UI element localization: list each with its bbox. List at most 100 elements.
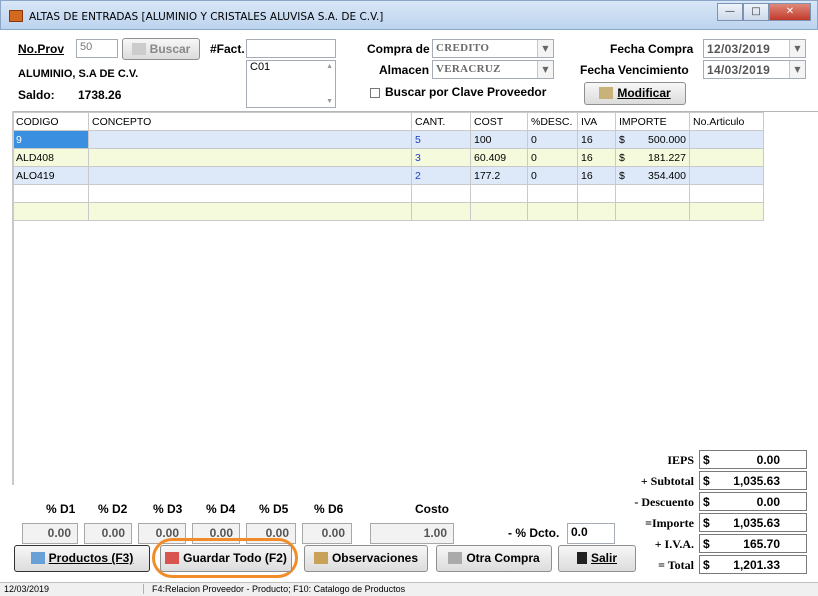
cell-cost[interactable] <box>470 184 528 203</box>
cell-importe[interactable]: $500.000 <box>615 130 690 149</box>
currency-sign: $ <box>703 495 710 509</box>
iva-value: 165.70 <box>743 537 780 551</box>
cell-iva[interactable]: 16 <box>577 148 616 167</box>
cell-codigo[interactable] <box>12 202 89 221</box>
cell-articulo[interactable] <box>689 184 764 203</box>
fecha-compra-picker[interactable]: 12/03/2019 ▼ <box>703 39 806 58</box>
cell-articulo[interactable] <box>689 148 764 167</box>
cell-codigo[interactable]: 9 <box>12 130 89 149</box>
total-field[interactable]: $1,201.33 <box>699 555 807 574</box>
cell-cost[interactable]: 60.409 <box>470 148 528 167</box>
productos-button[interactable]: Productos (F3) <box>14 545 150 572</box>
otra-compra-button[interactable]: Otra Compra <box>436 545 552 572</box>
scroll-down-icon[interactable]: ▼ <box>326 98 333 105</box>
importe-field[interactable]: $1,035.63 <box>699 513 807 532</box>
currency-sign: $ <box>703 474 710 488</box>
cell-iva[interactable] <box>577 184 616 203</box>
table-row[interactable]: ALO419 2 177.2 0 16 $354.400 <box>12 166 764 185</box>
cell-concepto[interactable] <box>88 148 412 167</box>
cell-codigo[interactable] <box>12 184 89 203</box>
cell-cost[interactable] <box>470 202 528 221</box>
no-prov-input[interactable]: 50 <box>76 39 118 58</box>
cell-cant[interactable]: 2 <box>411 166 471 185</box>
descuento-field[interactable]: $0.00 <box>699 492 807 511</box>
cell-concepto[interactable] <box>88 202 412 221</box>
chevron-down-icon[interactable]: ▼ <box>537 40 553 57</box>
items-grid[interactable]: CODIGO CONCEPTO CANT. COST %DESC. IVA IM… <box>12 111 818 485</box>
cell-articulo[interactable] <box>689 130 764 149</box>
iva-field[interactable]: $165.70 <box>699 534 807 553</box>
d6-input[interactable]: 0.00 <box>302 523 352 544</box>
chevron-down-icon[interactable]: ▼ <box>537 61 553 78</box>
buscar-clave-checkbox[interactable] <box>370 88 380 98</box>
salir-button[interactable]: Salir <box>558 545 636 572</box>
ieps-field[interactable]: $0.00 <box>699 450 807 469</box>
modificar-button[interactable]: Modificar <box>584 82 686 105</box>
scroll-up-icon[interactable]: ▲ <box>326 63 333 70</box>
cell-importe[interactable] <box>615 202 690 221</box>
cell-iva[interactable] <box>577 202 616 221</box>
col-cant[interactable]: CANT. <box>411 112 471 131</box>
salir-label: Salir <box>590 551 617 565</box>
cell-cost[interactable]: 177.2 <box>470 166 528 185</box>
table-row[interactable]: 9 5 100 0 16 $500.000 <box>12 130 764 149</box>
cell-codigo[interactable]: ALD408 <box>12 148 89 167</box>
cell-concepto[interactable] <box>88 166 412 185</box>
fecha-venc-picker[interactable]: 14/03/2019 ▼ <box>703 60 806 79</box>
col-codigo[interactable]: CODIGO <box>12 112 89 131</box>
memo-textarea[interactable]: C01 ▲ ▼ <box>246 60 336 108</box>
cell-iva[interactable]: 16 <box>577 166 616 185</box>
buscar-button[interactable]: Buscar <box>122 38 200 60</box>
cell-codigo[interactable]: ALO419 <box>12 166 89 185</box>
d2-input[interactable]: 0.00 <box>84 523 132 544</box>
cell-desc[interactable]: 0 <box>527 148 578 167</box>
col-concepto[interactable]: CONCEPTO <box>88 112 412 131</box>
fact-input[interactable] <box>246 39 336 58</box>
cell-cant[interactable]: 5 <box>411 130 471 149</box>
currency-sign: $ <box>703 516 710 530</box>
cell-concepto[interactable] <box>88 184 412 203</box>
col-cost[interactable]: COST <box>470 112 528 131</box>
cell-importe[interactable] <box>615 184 690 203</box>
cell-importe[interactable]: $354.400 <box>615 166 690 185</box>
almacen-select[interactable]: VERACRUZ ▼ <box>432 60 554 79</box>
maximize-icon[interactable]: □ <box>743 3 769 21</box>
chevron-down-icon[interactable]: ▼ <box>789 61 805 78</box>
compra-de-select[interactable]: CREDITO ▼ <box>432 39 554 58</box>
table-row[interactable] <box>12 184 764 203</box>
cell-cant[interactable] <box>411 184 471 203</box>
table-row[interactable]: ALD408 3 60.409 0 16 $181.227 <box>12 148 764 167</box>
subtotal-field[interactable]: $1,035.63 <box>699 471 807 490</box>
d1-input[interactable]: 0.00 <box>22 523 78 544</box>
minimize-icon[interactable]: — <box>717 3 743 21</box>
col-iva[interactable]: IVA <box>577 112 616 131</box>
title-bar: ALTAS DE ENTRADAS [ALUMINIO Y CRISTALES … <box>0 0 818 30</box>
currency-sign: $ <box>619 151 625 164</box>
cell-importe[interactable]: $181.227 <box>615 148 690 167</box>
table-row[interactable] <box>12 202 764 221</box>
cell-iva[interactable]: 16 <box>577 130 616 149</box>
descuento-value: 0.00 <box>756 495 780 509</box>
cell-desc[interactable]: 0 <box>527 130 578 149</box>
close-icon[interactable]: ✕ <box>769 3 811 21</box>
col-desc[interactable]: %DESC. <box>527 112 578 131</box>
cell-cant[interactable] <box>411 202 471 221</box>
chevron-down-icon[interactable]: ▼ <box>789 40 805 57</box>
cell-desc[interactable]: 0 <box>527 166 578 185</box>
col-importe[interactable]: IMPORTE <box>615 112 690 131</box>
cell-cant[interactable]: 3 <box>411 148 471 167</box>
cell-articulo[interactable] <box>689 202 764 221</box>
costo-input[interactable]: 1.00 <box>370 523 454 544</box>
cell-desc[interactable] <box>527 202 578 221</box>
cell-concepto[interactable] <box>88 130 412 149</box>
col-articulo[interactable]: No.Articulo <box>689 112 764 131</box>
cell-desc[interactable] <box>527 184 578 203</box>
d1-label: % D1 <box>46 502 76 516</box>
importe-value: 181.227 <box>648 151 686 164</box>
cell-cost[interactable]: 100 <box>470 130 528 149</box>
importe-label: =Importe <box>645 516 694 530</box>
cell-articulo[interactable] <box>689 166 764 185</box>
costo-label: Costo <box>415 502 449 516</box>
guardar-button[interactable]: Guardar Todo (F2) <box>160 545 292 572</box>
observaciones-button[interactable]: Observaciones <box>304 545 428 572</box>
